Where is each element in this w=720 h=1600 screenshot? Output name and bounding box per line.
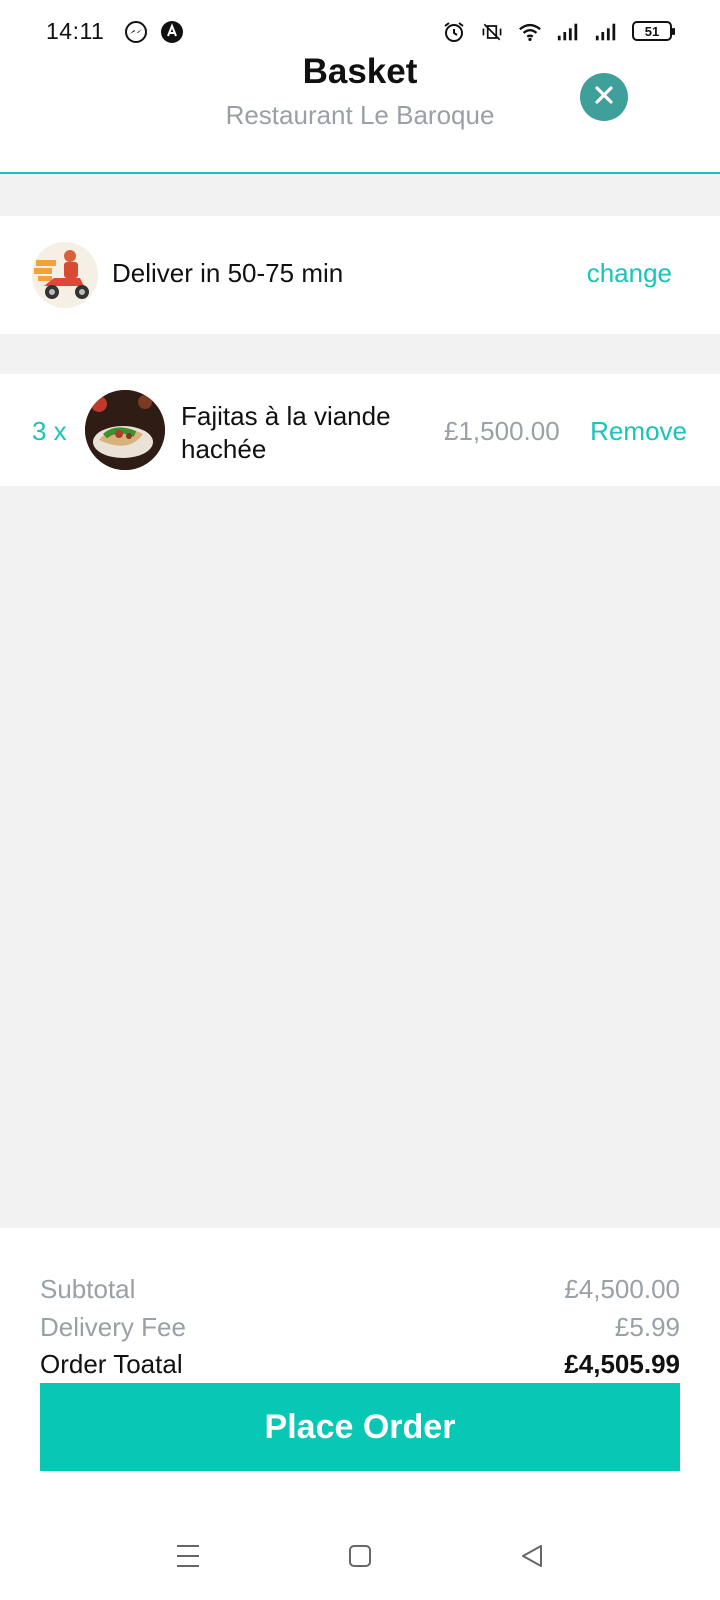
subtotal-value: £4,500.00 — [564, 1274, 680, 1304]
close-button[interactable] — [580, 73, 628, 121]
delivery-fee-label: Delivery Fee — [40, 1312, 186, 1342]
subtotal-label: Subtotal — [40, 1274, 136, 1304]
basket-item: 3 x Fajitas à la viande hachée £1,500.00… — [0, 374, 720, 486]
signal-icon — [556, 20, 580, 44]
signal-icon — [594, 20, 618, 44]
order-total-value: £4,505.99 — [564, 1349, 680, 1379]
delivery-fee-value: £5.99 — [614, 1312, 680, 1342]
item-name: Fajitas à la viande hachée — [181, 401, 391, 464]
battery-indicator: 51 — [632, 21, 675, 41]
home-icon[interactable] — [340, 1536, 380, 1576]
delivery-time: Deliver in 50-75 min — [112, 258, 344, 288]
status-right-icons — [442, 20, 618, 44]
back-icon[interactable] — [512, 1536, 552, 1576]
header: Basket Restaurant Le Baroque — [0, 48, 720, 174]
status-left-icons — [124, 20, 184, 44]
alarm-icon — [442, 20, 466, 44]
order-total-label: Order Toatal — [40, 1349, 183, 1379]
status-time: 14:11 — [46, 18, 105, 44]
change-delivery-link[interactable]: change — [587, 258, 672, 289]
menu-icon[interactable] — [168, 1536, 208, 1576]
app-notification-icon — [160, 20, 184, 44]
close-icon — [593, 84, 615, 111]
place-order-button[interactable]: Place Order — [40, 1383, 680, 1471]
item-image — [85, 390, 165, 470]
wifi-icon — [518, 20, 542, 44]
item-price: £1,500.00 — [444, 416, 560, 446]
remove-item-button[interactable]: Remove — [590, 416, 687, 447]
messenger-icon — [124, 20, 148, 44]
delivery-row: Deliver in 50-75 min change — [0, 216, 720, 334]
item-quantity[interactable]: 3 x — [32, 416, 67, 447]
system-nav-bar — [0, 1512, 720, 1600]
vibrate-icon — [480, 20, 504, 44]
delivery-scooter-icon — [32, 242, 98, 308]
